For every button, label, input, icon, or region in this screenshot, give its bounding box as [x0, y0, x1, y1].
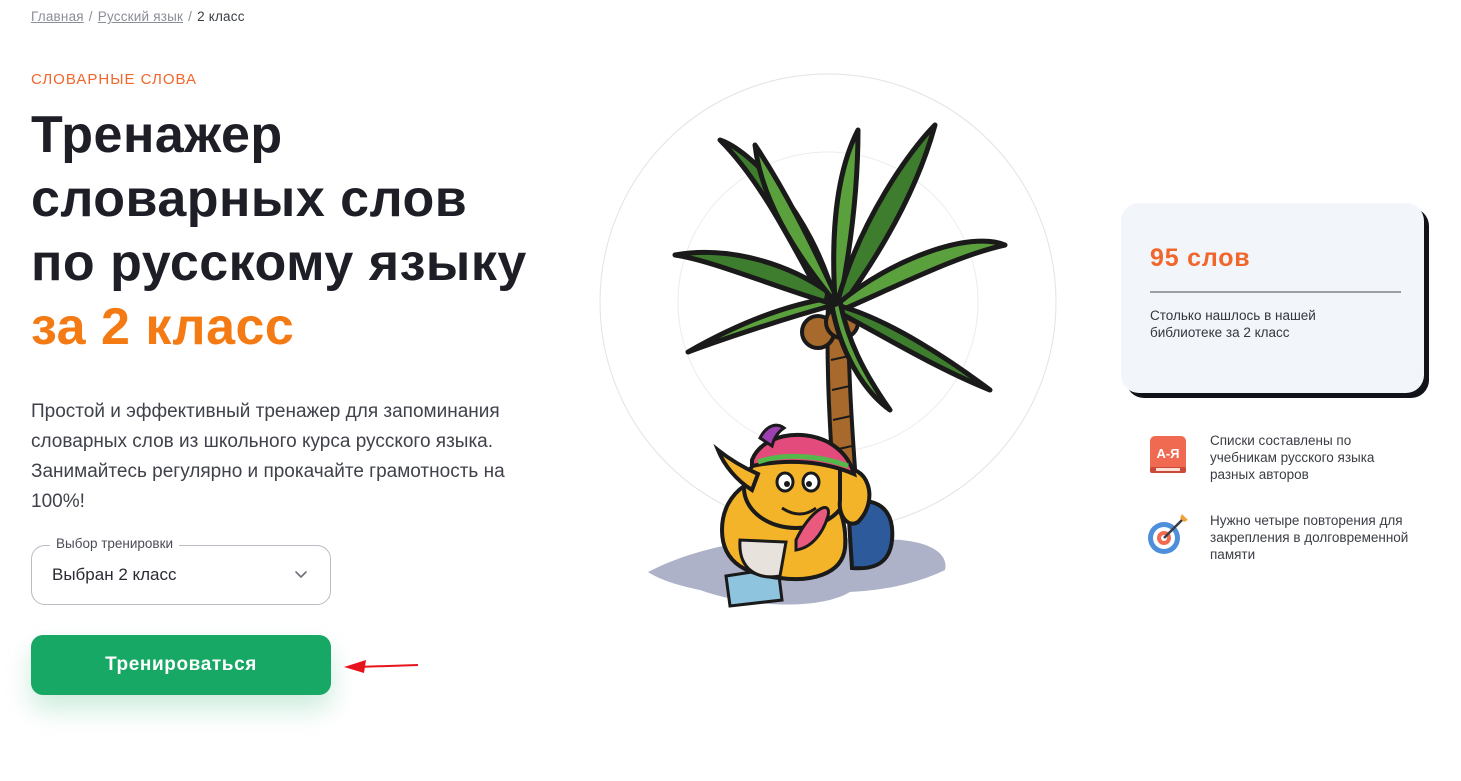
card-divider	[1150, 291, 1401, 293]
feature-text: Нужно четыре повторения для закрепления …	[1210, 513, 1409, 562]
annotation-arrow-icon	[344, 660, 419, 673]
palm-elephant-illustration	[599, 73, 1057, 608]
dictionary-book-label: А-Я	[1156, 446, 1179, 461]
breadcrumb-link-russian[interactable]: Русский язык	[98, 9, 183, 24]
title-line: Тренажер	[31, 106, 283, 164]
title-line: по русскому языку	[31, 234, 527, 292]
dictionary-book-icon: А-Я	[1150, 436, 1186, 473]
feature-text: Списки составлены по учебникам русского …	[1210, 433, 1375, 482]
breadcrumb-separator: /	[88, 9, 93, 24]
training-select[interactable]: Выбор тренировки Выбран 2 класс	[31, 536, 331, 605]
breadcrumb-link-home[interactable]: Главная	[31, 9, 84, 24]
page-title: Тренажер словарных слов по русскому язык…	[31, 103, 591, 359]
word-count-note: Столько нашлось в нашей библиотеке за 2 …	[1150, 308, 1316, 340]
title-accent: за 2 класс	[31, 298, 295, 356]
section-eyebrow: СЛОВАРНЫЕ СЛОВА	[31, 71, 198, 88]
train-button[interactable]: Тренироваться	[31, 635, 331, 695]
title-line: словарных слов	[31, 170, 468, 228]
breadcrumb: Главная / Русский язык / 2 класс	[31, 9, 245, 24]
hero-description: Простой и эффективный тренажер для запом…	[31, 401, 505, 512]
word-count: 95 слов	[1150, 244, 1251, 272]
training-select-value: Выбран 2 класс	[52, 565, 177, 584]
training-select-label: Выбор тренировки	[50, 536, 180, 551]
word-count-card: 95 слов Столько нашлось в нашей библиоте…	[1121, 203, 1424, 393]
breadcrumb-current: 2 класс	[197, 9, 245, 24]
chevron-down-icon	[295, 571, 307, 578]
target-icon	[1148, 514, 1188, 554]
breadcrumb-separator: /	[188, 9, 193, 24]
